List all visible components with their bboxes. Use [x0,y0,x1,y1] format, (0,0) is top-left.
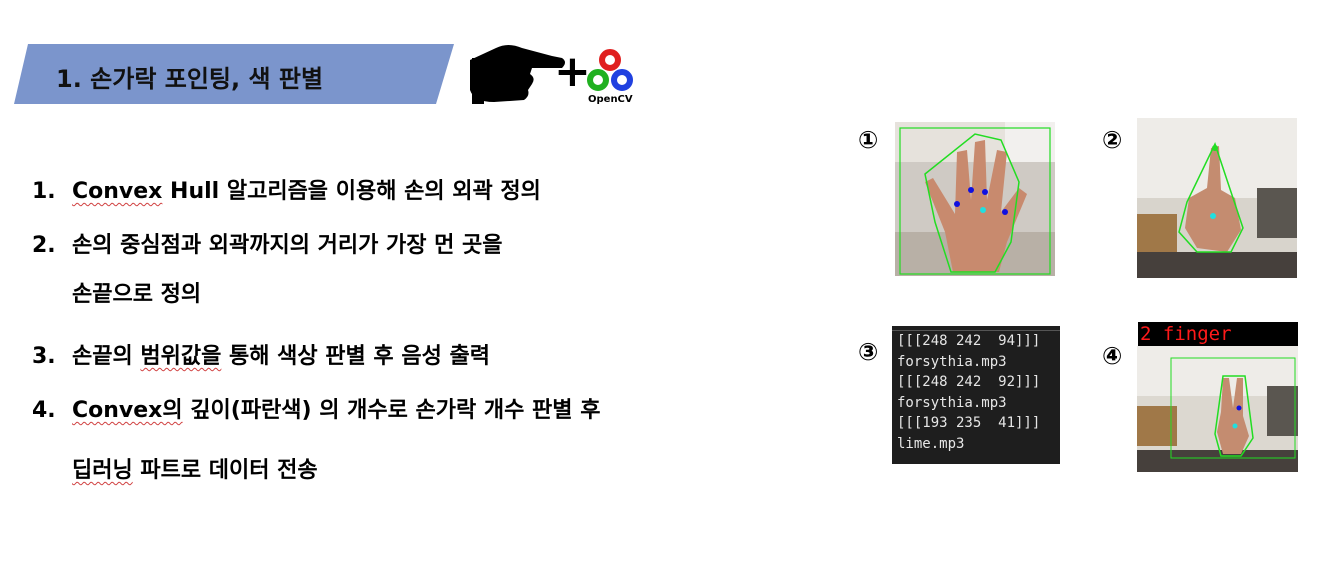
step-text-pre: 손끝의 [72,344,141,369]
step-text-underlined: 범위값을 [140,344,222,369]
figure-1-hand-photo [895,122,1055,276]
step-text: 통해 색상 판별 후 음성 출력 [221,344,490,369]
step-number: 2. [32,233,56,258]
terminal-line: forsythia.mp3 [897,353,1007,370]
finger-count-label: 2 finger [1138,322,1298,346]
figure-3-terminal: [[[248 242 94]]] forsythia.mp3 [[[248 24… [892,326,1060,464]
figure-label-4: ④ [1102,342,1123,370]
step-text: 손끝으로 정의 [72,282,202,307]
figure-label-1: ① [858,126,879,154]
logo-group: + OpenCV [466,38,646,110]
opencv-text: OpenCV [588,94,633,105]
step-number: 1. [32,179,56,204]
page-title: 1. 손가락 포인팅, 색 판별 [56,65,324,93]
title-banner: 1. 손가락 포인팅, 색 판별 [14,44,454,104]
step-1: 1. Convex Hull 알고리즘을 이용해 손의 외곽 정의 [32,173,541,205]
figure-label-3: ③ [858,338,879,366]
terminal-line: [[[248 242 94]]] [897,333,1041,349]
step-text-underlined: 딥러닝 [72,458,133,483]
terminal-line: [[[193 235 41]]] [897,415,1041,431]
step-text: 손의 중심점과 외곽까지의 거리가 가장 먼 곳을 [72,233,503,258]
step-text: Hull 알고리즘을 이용해 손의 외곽 정의 [162,179,541,204]
step-4: 4. Convex의 깊이(파란색) 의 개수로 손가락 개수 판별 후 [32,392,600,424]
terminal-line: [[[248 242 92]]] [897,374,1041,390]
figure-4-hand-photo [1137,346,1298,472]
step-text: 파트로 데이터 전송 [132,458,318,483]
terminal-line: lime.mp3 [897,435,965,452]
step-number: 3. [32,344,56,369]
step-4-continued: 딥러닝 파트로 데이터 전송 [32,452,318,484]
step-number: 4. [32,398,56,423]
terminal-line: forsythia.mp3 [897,394,1007,411]
step-text-underlined: Convex [72,179,163,204]
step-3: 3. 손끝의 범위값을 통해 색상 판별 후 음성 출력 [32,338,490,370]
figure-label-2: ② [1102,126,1123,154]
step-text-underlined: Convex의 [72,398,183,423]
figure-2-hand-photo [1137,118,1297,278]
step-text: 깊이(파란색) 의 개수로 손가락 개수 판별 후 [182,398,601,423]
step-2-continued: 손끝으로 정의 [32,276,201,308]
step-2: 2. 손의 중심점과 외곽까지의 거리가 가장 먼 곳을 [32,227,503,259]
